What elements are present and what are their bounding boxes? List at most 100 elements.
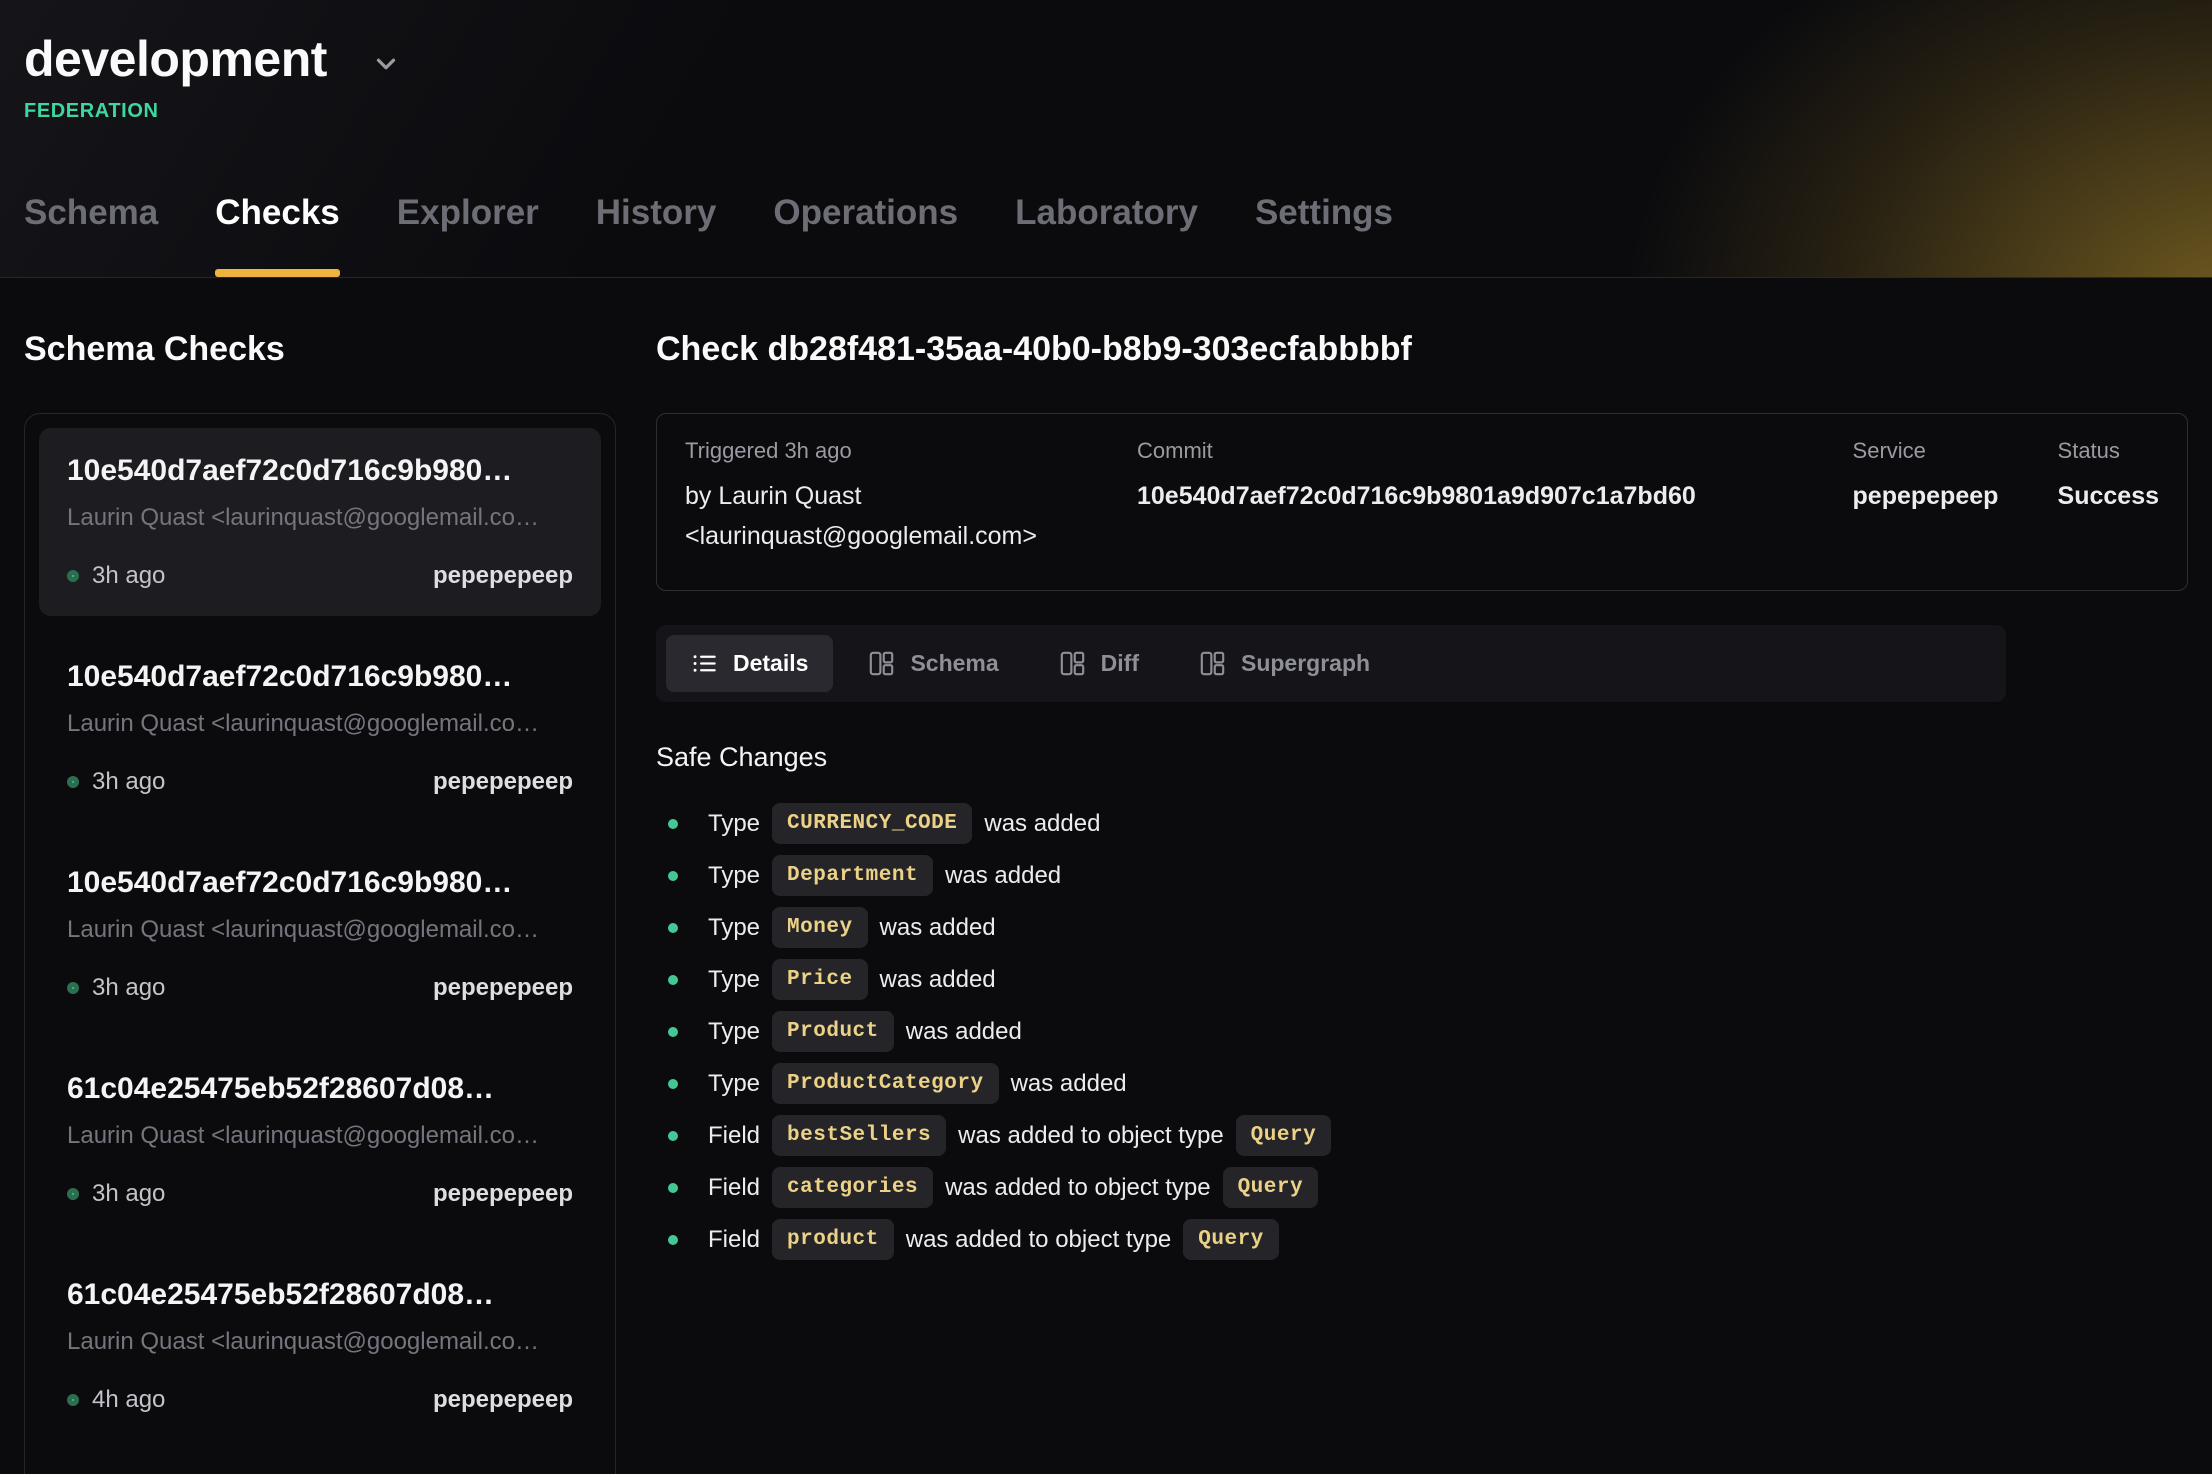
content: Schema Checks 10e540d7aef72c0d716c9b980……: [0, 278, 2212, 1474]
code-chip: Money: [772, 907, 868, 948]
change-item: Type Department was added: [668, 855, 2188, 896]
nav-tab-checks[interactable]: Checks: [215, 193, 340, 277]
meta-triggered: Triggered 3h ago by Laurin Quast <laurin…: [685, 438, 1137, 556]
view-tab-diff[interactable]: Diff: [1034, 635, 1164, 692]
check-time: 4h ago: [92, 1386, 165, 1414]
bullet-icon: [668, 1131, 678, 1141]
change-suffix: was added: [984, 810, 1100, 838]
check-list-item[interactable]: 10e540d7aef72c0d716c9b980… Laurin Quast …: [39, 634, 601, 822]
code-chip: bestSellers: [772, 1115, 946, 1156]
change-item: Field product was added to object type Q…: [668, 1219, 2188, 1260]
change-prefix: Field: [708, 1226, 760, 1254]
check-service: pepepepeep: [433, 768, 573, 796]
check-service: pepepepeep: [433, 1386, 573, 1414]
meta-service: Service pepepepeep: [1853, 438, 2058, 556]
check-hash: 10e540d7aef72c0d716c9b980…: [67, 660, 573, 694]
meta-service-value: pepepepeep: [1853, 476, 2058, 516]
view-tab-supergraph[interactable]: Supergraph: [1174, 635, 1395, 692]
check-hash: 10e540d7aef72c0d716c9b980…: [67, 454, 573, 488]
bullet-icon: [668, 1183, 678, 1193]
meta-commit-value: 10e540d7aef72c0d716c9b9801a9d907c1a7bd60: [1137, 476, 1853, 516]
nav-tab-schema[interactable]: Schema: [24, 193, 158, 277]
check-service: pepepepeep: [433, 974, 573, 1002]
check-list-item[interactable]: 61c04e25475eb52f28607d08… Laurin Quast <…: [39, 1046, 601, 1234]
check-footer: 3h ago pepepepeep: [67, 562, 573, 590]
code-chip: product: [772, 1219, 894, 1260]
project-name: development: [24, 30, 327, 88]
change-suffix: was added to object type: [906, 1226, 1172, 1254]
meta-service-label: Service: [1853, 438, 2058, 464]
sidebar-title: Schema Checks: [24, 330, 616, 369]
columns-icon: [1199, 650, 1226, 677]
bullet-icon: [668, 1079, 678, 1089]
check-time: 3h ago: [92, 1180, 165, 1208]
check-service: pepepepeep: [433, 562, 573, 590]
change-item: Field categories was added to object typ…: [668, 1167, 2188, 1208]
change-prefix: Type: [708, 914, 760, 942]
check-list-item[interactable]: 61c04e25475eb52f28607d08… Laurin Quast <…: [39, 1252, 601, 1440]
nav-tab-laboratory[interactable]: Laboratory: [1015, 193, 1198, 277]
check-footer: 4h ago pepepepeep: [67, 1386, 573, 1414]
nav-tab-history[interactable]: History: [596, 193, 717, 277]
change-item: Type Money was added: [668, 907, 2188, 948]
check-author: Laurin Quast <laurinquast@googlemail.co…: [67, 1122, 573, 1150]
view-tab-details[interactable]: Details: [666, 635, 833, 692]
change-suffix: was added: [880, 966, 996, 994]
change-suffix: was added: [1011, 1070, 1127, 1098]
change-item: Type CURRENCY_CODE was added: [668, 803, 2188, 844]
check-author: Laurin Quast <laurinquast@googlemail.co…: [67, 1328, 573, 1356]
changes-list: Type CURRENCY_CODE was added Type Depart…: [656, 803, 2188, 1260]
list-icon: [691, 650, 718, 677]
project-switcher[interactable]: development: [24, 30, 2188, 88]
change-item: Field bestSellers was added to object ty…: [668, 1115, 2188, 1156]
check-footer: 3h ago pepepepeep: [67, 1180, 573, 1208]
change-suffix: was added: [906, 1018, 1022, 1046]
bullet-icon: [668, 923, 678, 933]
bullet-icon: [668, 819, 678, 829]
code-chip: Query: [1236, 1115, 1332, 1156]
change-prefix: Type: [708, 1018, 760, 1046]
meta-commit: Commit 10e540d7aef72c0d716c9b9801a9d907c…: [1137, 438, 1853, 556]
check-time: 3h ago: [92, 768, 165, 796]
check-hash: 61c04e25475eb52f28607d08…: [67, 1278, 573, 1312]
code-chip: Price: [772, 959, 868, 1000]
meta-triggered-label: Triggered 3h ago: [685, 438, 1137, 464]
view-tab-label: Details: [733, 650, 808, 677]
check-meta-box: Triggered 3h ago by Laurin Quast <laurin…: [656, 413, 2188, 591]
meta-commit-label: Commit: [1137, 438, 1853, 464]
nav-tab-operations[interactable]: Operations: [773, 193, 958, 277]
project-type-badge: FEDERATION: [24, 100, 2188, 123]
main-nav: Schema Checks Explorer History Operation…: [24, 193, 2188, 277]
status-dot-icon: [67, 982, 79, 994]
check-time: 3h ago: [92, 974, 165, 1002]
bullet-icon: [668, 871, 678, 881]
meta-status: Status Success: [2058, 438, 2159, 556]
status-dot-icon: [67, 1188, 79, 1200]
change-suffix: was added: [880, 914, 996, 942]
check-list-item[interactable]: 10e540d7aef72c0d716c9b980… Laurin Quast …: [39, 840, 601, 1028]
change-item: Type Product was added: [668, 1011, 2188, 1052]
check-list-item[interactable]: 10e540d7aef72c0d716c9b980… Laurin Quast …: [39, 428, 601, 616]
status-dot-icon: [67, 570, 79, 582]
nav-tab-explorer[interactable]: Explorer: [397, 193, 539, 277]
meta-status-value: Success: [2058, 476, 2159, 516]
check-service: pepepepeep: [433, 1180, 573, 1208]
nav-tab-settings[interactable]: Settings: [1255, 193, 1393, 277]
change-prefix: Type: [708, 810, 760, 838]
code-chip: Product: [772, 1011, 894, 1052]
view-tab-label: Diff: [1101, 650, 1139, 677]
check-time: 3h ago: [92, 562, 165, 590]
chevron-down-icon[interactable]: [371, 49, 401, 79]
check-detail: Check db28f481-35aa-40b0-b8b9-303ecfabbb…: [656, 278, 2188, 1474]
columns-icon: [868, 650, 895, 677]
checks-panel: 10e540d7aef72c0d716c9b980… Laurin Quast …: [24, 413, 616, 1474]
change-prefix: Type: [708, 966, 760, 994]
change-suffix: was added to object type: [945, 1174, 1211, 1202]
code-chip: ProductCategory: [772, 1063, 999, 1104]
meta-triggered-email: <laurinquast@googlemail.com>: [685, 516, 1137, 556]
check-author: Laurin Quast <laurinquast@googlemail.co…: [67, 504, 573, 532]
columns-icon: [1059, 650, 1086, 677]
view-tab-schema[interactable]: Schema: [843, 635, 1023, 692]
view-tab-label: Schema: [910, 650, 998, 677]
bullet-icon: [668, 1235, 678, 1245]
